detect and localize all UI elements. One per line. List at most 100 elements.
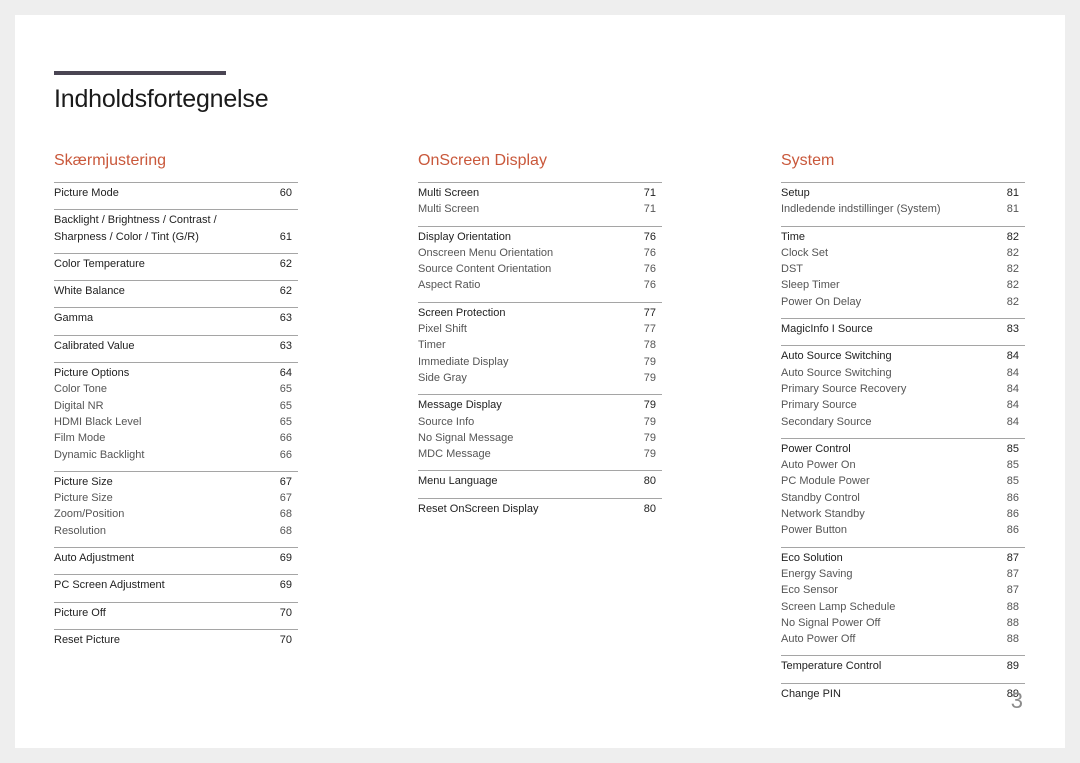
toc-entry-label: MagicInfo I Source <box>781 323 873 336</box>
toc-subentry[interactable]: Primary Source Recovery 84 <box>781 381 1025 397</box>
toc-subentry[interactable]: No Signal Power Off 88 <box>781 615 1025 631</box>
toc-subentry[interactable]: Source Info 79 <box>418 414 662 430</box>
toc-subentry[interactable]: Film Mode 66 <box>54 430 298 446</box>
toc-subentry[interactable]: Network Standby 86 <box>781 506 1025 522</box>
toc-subentry[interactable]: Immediate Display 79 <box>418 354 662 370</box>
toc-entry[interactable]: Picture Options 64 <box>54 365 298 381</box>
toc-entry[interactable]: Time 82 <box>781 229 1025 245</box>
toc-subentry[interactable]: Primary Source 84 <box>781 397 1025 413</box>
toc-entry[interactable]: Menu Language 80 <box>418 473 662 489</box>
toc-entry[interactable]: Power Control 85 <box>781 441 1025 457</box>
toc-entry-label: Energy Saving <box>781 567 853 580</box>
toc-group: Power Control 85 Auto Power On 85 PC Module … <box>781 437 1025 547</box>
toc-entry-page: 82 <box>1006 263 1019 276</box>
toc-entry-label: Immediate Display <box>418 355 509 368</box>
toc-subentry[interactable]: Resolution 68 <box>54 523 298 539</box>
toc-subentry[interactable]: Digital NR 65 <box>54 398 298 414</box>
toc-entry[interactable]: Screen Protection 77 <box>418 305 662 321</box>
toc-entry[interactable]: Multi Screen 71 <box>418 185 662 201</box>
toc-entry-label: Standby Control <box>781 491 860 504</box>
toc-subentry[interactable]: Auto Power Off 88 <box>781 631 1025 647</box>
toc-entry-page: 85 <box>1006 475 1019 488</box>
toc-entry[interactable]: Color Temperature 62 <box>54 256 298 272</box>
toc-entry-page: 86 <box>1006 491 1019 504</box>
toc-entry[interactable]: Message Display 79 <box>418 397 662 413</box>
toc-groups: Multi Screen 71 Multi Screen 71 Display Orie… <box>418 182 662 525</box>
toc-group: Backlight / Brightness / Contrast / Shar… <box>54 209 298 253</box>
toc-entry-label: Resolution <box>54 524 106 537</box>
toc-subentry[interactable]: Source Content Orientation 76 <box>418 261 662 277</box>
toc-column-onscreen-display: OnScreen Display Multi Screen 71 Multi Scr… <box>418 151 662 525</box>
toc-group: Eco Solution 87 Energy Saving 87 Eco Sensor 8… <box>781 546 1025 656</box>
toc-subentry[interactable]: Timer 78 <box>418 337 662 353</box>
toc-entry-page: 70 <box>279 633 292 646</box>
toc-entry[interactable]: Display Orientation 76 <box>418 229 662 245</box>
toc-entry-page: 63 <box>279 312 292 325</box>
toc-subentry[interactable]: Side Gray 79 <box>418 370 662 386</box>
toc-entry-page: 80 <box>643 475 656 488</box>
toc-subentry[interactable]: No Signal Message 79 <box>418 430 662 446</box>
toc-groups: Picture Mode 60 Backlight / Brightness / C… <box>54 182 298 656</box>
toc-entry-page: 80 <box>643 502 656 515</box>
toc-subentry[interactable]: Eco Sensor 87 <box>781 582 1025 598</box>
toc-subentry[interactable]: Picture Size 67 <box>54 490 298 506</box>
toc-column-system: System Setup 81 Indledende indstillinger (… <box>781 151 1025 710</box>
toc-subentry[interactable]: Onscreen Menu Orientation 76 <box>418 245 662 261</box>
toc-entry-page: 82 <box>1006 230 1019 243</box>
toc-entry-page: 86 <box>1006 508 1019 521</box>
toc-group: Message Display 79 Source Info 79 No Signal … <box>418 394 662 470</box>
toc-subentry[interactable]: MDC Message 79 <box>418 446 662 462</box>
toc-subentry[interactable]: Color Tone 65 <box>54 381 298 397</box>
toc-group: Temperature Control 89 <box>781 655 1025 682</box>
toc-entry-page: 79 <box>643 355 656 368</box>
toc-subentry[interactable]: Power Button 86 <box>781 522 1025 538</box>
toc-entry-page: 67 <box>279 475 292 488</box>
toc-group: Reset OnScreen Display 80 <box>418 497 662 525</box>
toc-subentry[interactable]: Pixel Shift 77 <box>418 321 662 337</box>
toc-entry[interactable]: Auto Source Switching 84 <box>781 348 1025 364</box>
toc-subentry[interactable]: Clock Set 82 <box>781 245 1025 261</box>
toc-subentry[interactable]: Power On Delay 82 <box>781 294 1025 310</box>
toc-subentry[interactable]: Standby Control 86 <box>781 490 1025 506</box>
toc-subentry[interactable]: Multi Screen 71 <box>418 201 662 217</box>
toc-entry[interactable]: Picture Size 67 <box>54 474 298 490</box>
toc-entry[interactable]: Picture Off 70 <box>54 605 298 621</box>
toc-entry-label: Auto Source Switching <box>781 366 892 379</box>
toc-entry[interactable]: PC Screen Adjustment 69 <box>54 577 298 593</box>
toc-entry-label: DST <box>781 263 803 276</box>
toc-group: White Balance 62 <box>54 280 298 307</box>
toc-subentry[interactable]: Secondary Source 84 <box>781 414 1025 430</box>
toc-subentry[interactable]: Aspect Ratio 76 <box>418 277 662 293</box>
toc-entry-page: 71 <box>643 203 656 216</box>
toc-subentry[interactable]: Indledende indstillinger (System) 81 <box>781 201 1025 217</box>
toc-subentry[interactable]: DST 82 <box>781 261 1025 277</box>
toc-entry[interactable]: Setup 81 <box>781 185 1025 201</box>
toc-entry-label: Power Control <box>781 442 851 455</box>
toc-subentry[interactable]: Auto Source Switching 84 <box>781 365 1025 381</box>
toc-entry-label: Eco Solution <box>781 551 843 564</box>
toc-entry[interactable]: Gamma 63 <box>54 310 298 326</box>
toc-subentry[interactable]: Dynamic Backlight 66 <box>54 447 298 463</box>
toc-subentry[interactable]: Screen Lamp Schedule 88 <box>781 599 1025 615</box>
toc-entry-page: 76 <box>643 279 656 292</box>
toc-subentry[interactable]: Zoom/Position 68 <box>54 506 298 522</box>
toc-subentry[interactable]: HDMI Black Level 65 <box>54 414 298 430</box>
toc-group: Picture Size 67 Picture Size 67 Zoom/Positio… <box>54 470 298 547</box>
toc-entry[interactable]: Eco Solution 87 <box>781 550 1025 566</box>
toc-entry-page: 68 <box>279 524 292 537</box>
toc-entry[interactable]: Backlight / Brightness / Contrast / Shar… <box>54 212 298 245</box>
toc-entry[interactable]: Picture Mode 60 <box>54 185 298 201</box>
toc-entry[interactable]: Change PIN 89 <box>781 686 1025 702</box>
toc-entry[interactable]: Auto Adjustment 69 <box>54 550 298 566</box>
toc-subentry[interactable]: Sleep Timer 82 <box>781 277 1025 293</box>
toc-subentry[interactable]: PC Module Power 85 <box>781 473 1025 489</box>
toc-entry[interactable]: Calibrated Value 63 <box>54 338 298 354</box>
toc-entry[interactable]: White Balance 62 <box>54 283 298 299</box>
toc-entry[interactable]: Reset Picture 70 <box>54 632 298 648</box>
toc-entry-page: 87 <box>1006 567 1019 580</box>
toc-entry[interactable]: MagicInfo I Source 83 <box>781 321 1025 337</box>
toc-entry[interactable]: Temperature Control 89 <box>781 658 1025 674</box>
toc-subentry[interactable]: Auto Power On 85 <box>781 457 1025 473</box>
toc-entry[interactable]: Reset OnScreen Display 80 <box>418 501 662 517</box>
toc-subentry[interactable]: Energy Saving 87 <box>781 566 1025 582</box>
